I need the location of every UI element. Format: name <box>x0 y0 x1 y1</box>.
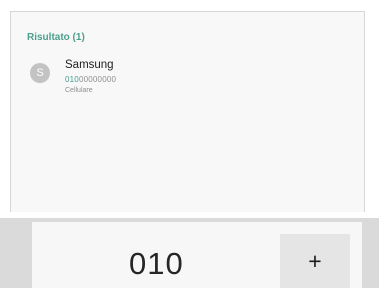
contact-number-match: 010 <box>65 75 79 84</box>
contact-number-rest: 00000000 <box>78 75 117 84</box>
contact-number: 01000000000 <box>65 75 116 84</box>
search-results-panel: Risultato (1) S Samsung 01000000000 Cell… <box>10 11 365 212</box>
contact-number-type: Cellulare <box>65 87 93 94</box>
contact-name: Samsung <box>65 59 114 71</box>
dialer-area: 010 + <box>0 218 379 288</box>
dialed-number-display[interactable]: 010 <box>129 246 184 282</box>
dialer-field-container: 010 + <box>32 222 362 288</box>
add-contact-button[interactable]: + <box>280 234 350 288</box>
results-header: Risultato (1) <box>27 32 85 43</box>
contact-avatar: S <box>30 63 50 83</box>
contact-result-item[interactable]: S Samsung 01000000000 Cellulare <box>27 56 347 102</box>
